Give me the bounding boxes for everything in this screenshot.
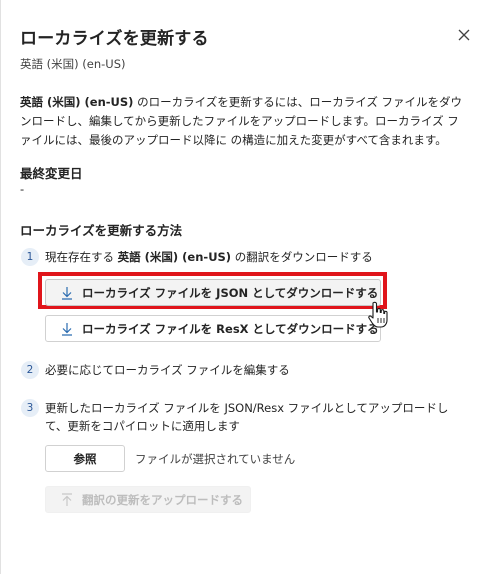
download-resx-label: ローカライズ ファイルを ResX としてダウンロードする — [82, 321, 379, 336]
step-3-text: 更新したローカライズ ファイルを JSON/Resx ファイルとしてアップロード… — [45, 401, 449, 433]
download-icon — [62, 322, 72, 336]
description-language: 英語 (米国) (en-US) — [20, 95, 134, 109]
step-2-text: 必要に応じてローカライズ ファイルを編集する — [45, 363, 290, 377]
how-to-heading: ローカライズを更新する方法 — [20, 223, 183, 238]
upload-icon — [62, 492, 72, 506]
panel-title: ローカライズを更新する — [20, 29, 209, 49]
hand-cursor-icon — [368, 301, 388, 328]
description-text: 英語 (米国) (en-US) のローカライズを更新するには、ローカライズ ファ… — [20, 93, 465, 150]
download-resx-button[interactable]: ローカライズ ファイルを ResX としてダウンロードする — [45, 315, 381, 342]
close-icon[interactable] — [456, 27, 472, 43]
upload-translation-button[interactable]: 翻訳の更新をアップロードする — [45, 486, 251, 513]
no-file-selected-text: ファイルが選択されていません — [135, 452, 296, 466]
download-icon — [62, 286, 72, 300]
download-json-label: ローカライズ ファイルを JSON としてダウンロードする — [82, 285, 379, 300]
step-1-text-language: 英語 (米国) (en-US) — [117, 250, 232, 264]
step-2-badge: 2 — [21, 361, 39, 379]
upload-translation-label: 翻訳の更新をアップロードする — [82, 492, 243, 507]
download-json-button[interactable]: ローカライズ ファイルを JSON としてダウンロードする — [45, 279, 381, 306]
step-1-badge: 1 — [21, 248, 39, 266]
step-1-text: 現在存在する 英語 (米国) (en-US) の翻訳をダウンロードする — [45, 248, 373, 266]
step-1-text-after: の翻訳をダウンロードする — [231, 250, 373, 264]
last-modified-heading: 最終変更日 — [20, 166, 83, 181]
step-1-text-before: 現在存在する — [45, 250, 118, 264]
step-3-badge: 3 — [21, 399, 39, 417]
last-modified-value: - — [20, 182, 25, 196]
panel-subtitle: 英語 (米国) (en-US) — [20, 57, 126, 71]
browse-label: 参照 — [73, 451, 97, 466]
browse-button[interactable]: 参照 — [45, 445, 125, 472]
update-localization-panel: ローカライズを更新する 英語 (米国) (en-US) 英語 (米国) (en-… — [0, 0, 478, 574]
